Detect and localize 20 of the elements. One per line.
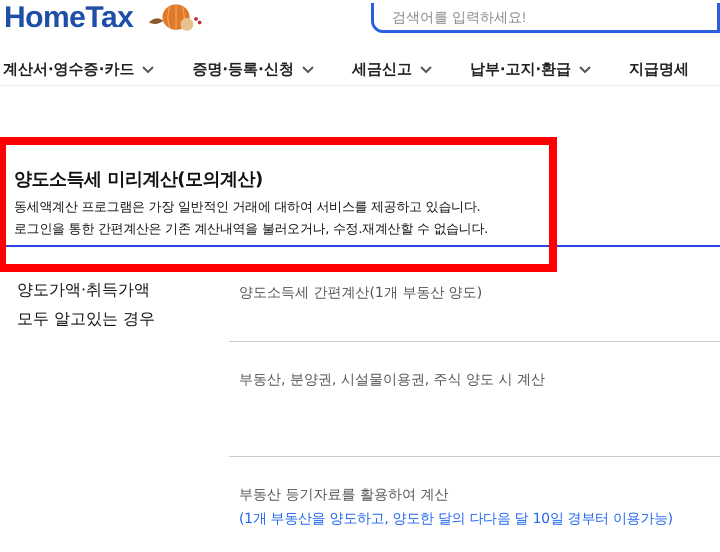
- section-heading: 양도가액·취득가액: [17, 279, 152, 301]
- nav-menu-item[interactable]: 증명·등록·신청: [192, 54, 314, 85]
- chevron-down-icon: [579, 66, 592, 74]
- hometax-logo[interactable]: HomeTax: [4, 1, 134, 35]
- chevron-down-icon: [142, 66, 154, 74]
- nav-menu-item[interactable]: 세금신고: [352, 54, 432, 85]
- chevron-down-icon: [420, 66, 432, 74]
- calculation-link[interactable]: 부동산 등기자료를 활용하여 계산: [239, 483, 720, 507]
- availability-note: (1개 부동산을 양도하고, 양도한 달의 다다음 달 10일 경부터 이용가능): [239, 510, 674, 529]
- section-heading: 모두 알고있는 경우: [17, 308, 156, 330]
- chevron-down-icon: [302, 66, 314, 74]
- description-text: 로그인을 통한 간편계산은 기존 계산내역을 불러오거나, 수정.재계산할 수 없습니다.: [14, 221, 489, 239]
- description-text: 동세액계산 프로그램은 가장 일반적인 거래에 대하여 서비스를 제공하고 있습니다.: [14, 199, 482, 217]
- calculation-link[interactable]: 부동산, 분양권, 시설물이용권, 주식 양도 시 계산: [239, 368, 720, 392]
- nav-menu-item[interactable]: 납부·고지·환급: [470, 54, 592, 85]
- nav-menu-item[interactable]: 계산서·영수증·카드: [3, 54, 154, 85]
- page-title: 양도소득세 미리계산(모의계산): [14, 168, 264, 191]
- nav-menu-item[interactable]: 지급명세: [629, 54, 690, 85]
- calculation-link[interactable]: 양도소득세 간편계산(1개 부동산 양도): [239, 281, 720, 305]
- search-field[interactable]: 검색어를 입력하세요!: [371, 3, 720, 33]
